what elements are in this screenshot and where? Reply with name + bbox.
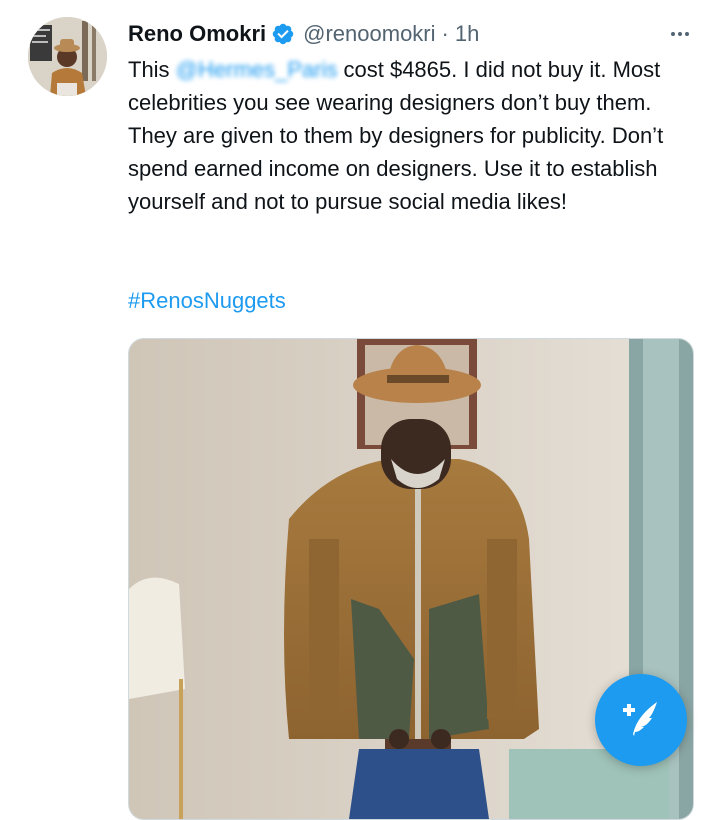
author-avatar[interactable] xyxy=(28,17,107,96)
compose-tweet-button[interactable] xyxy=(595,674,687,766)
tweet-text: This @Hermes_Paris cost $4865. I did not… xyxy=(128,53,698,218)
tweet-text-prefix: This xyxy=(128,57,176,82)
mention-link[interactable]: @Hermes_Paris xyxy=(176,57,338,82)
verified-badge-icon xyxy=(271,22,295,46)
tweet-header: Reno Omokri @renoomokri · 1h xyxy=(128,18,696,50)
tweet[interactable]: Reno Omokri @renoomokri · 1h This @Herme… xyxy=(0,0,720,820)
author-handle[interactable]: @renoomokri xyxy=(303,18,435,50)
tweet-timestamp[interactable]: 1h xyxy=(455,18,479,50)
more-options-icon[interactable] xyxy=(664,18,696,50)
author-display-name[interactable]: Reno Omokri xyxy=(128,18,266,50)
compose-tweet-icon xyxy=(619,696,663,745)
separator-dot: · xyxy=(441,21,449,46)
hashtag-link[interactable]: #RenosNuggets xyxy=(128,284,286,317)
